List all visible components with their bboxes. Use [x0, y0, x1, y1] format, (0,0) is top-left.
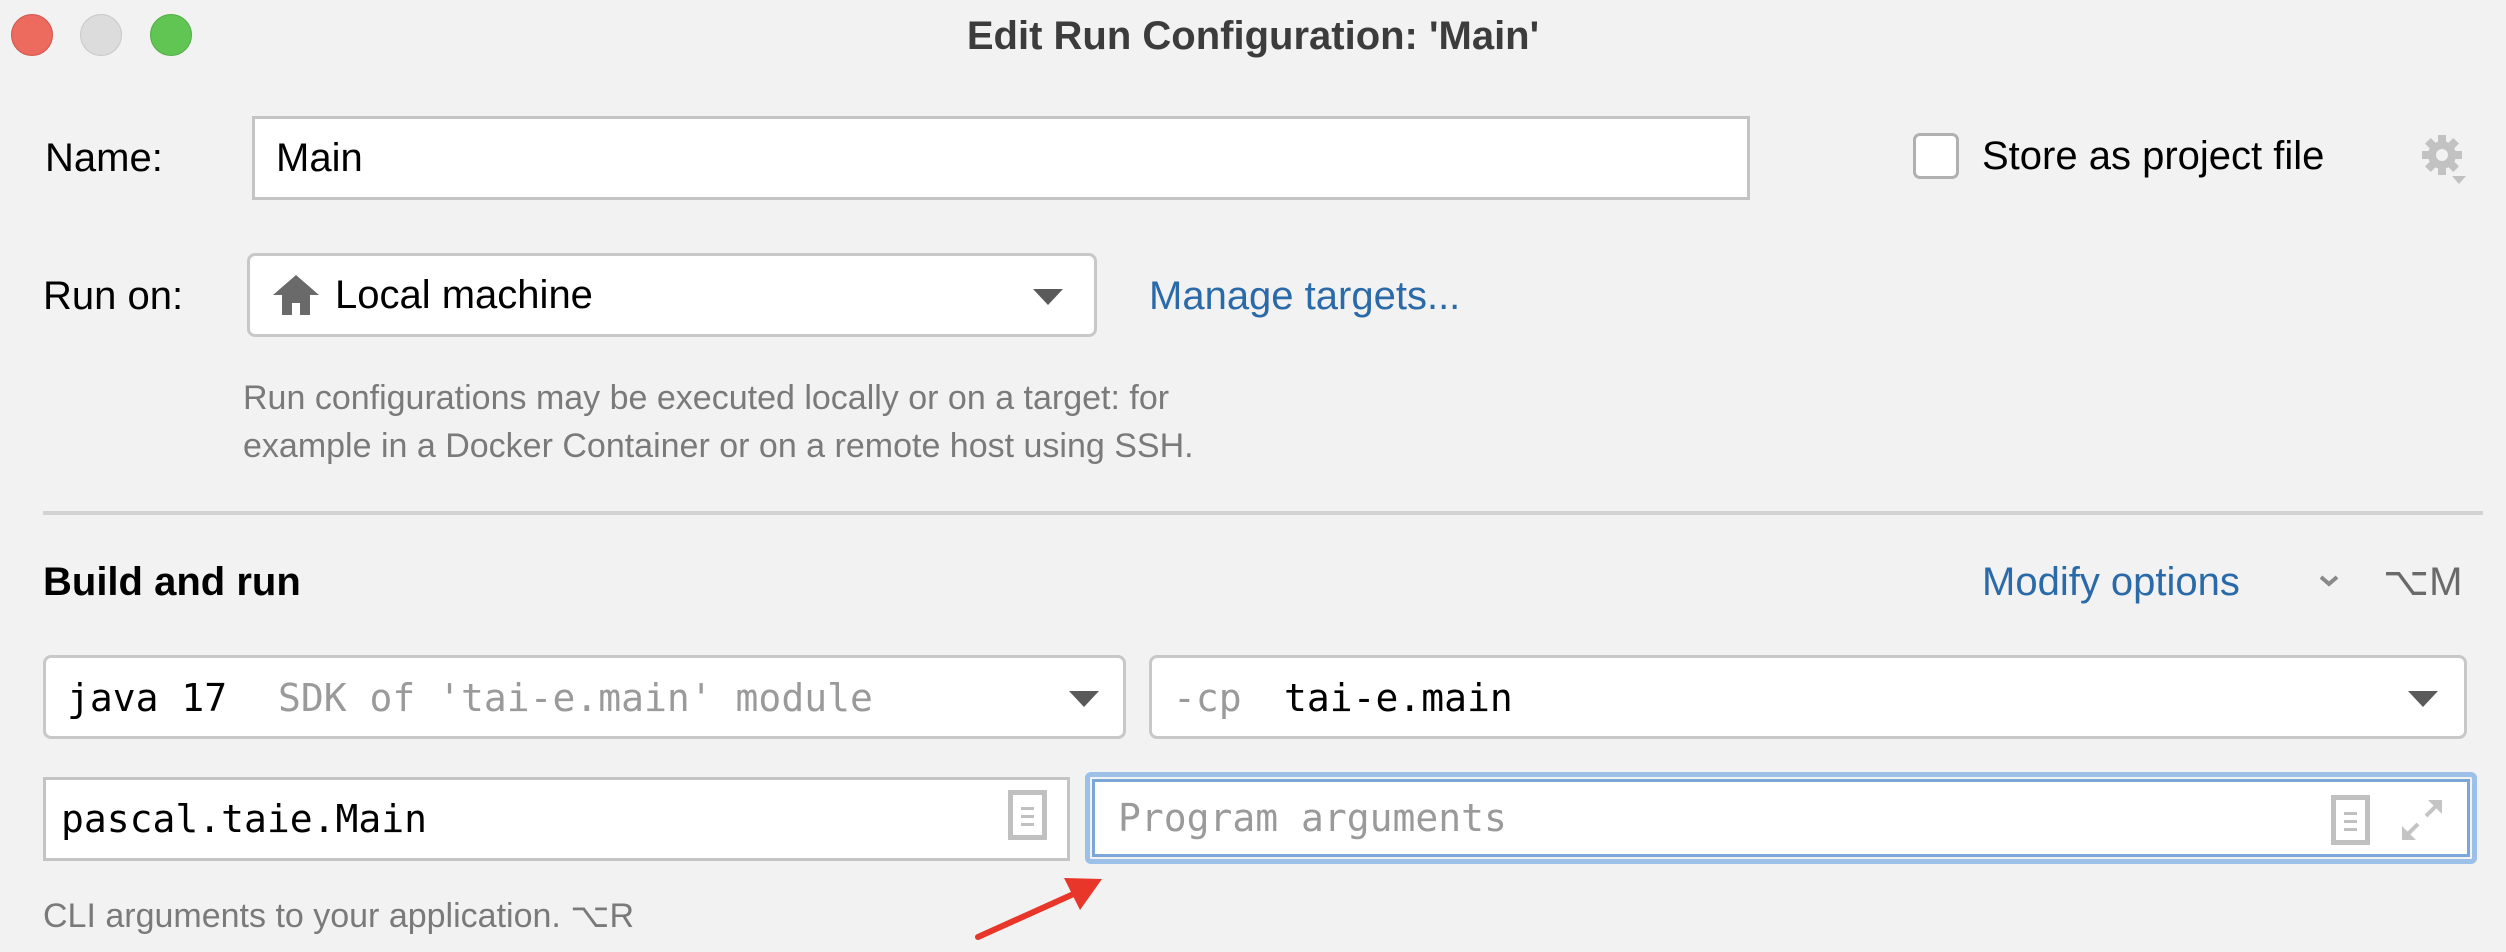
classpath-module: tai-e.main [1284, 676, 1513, 720]
browse-class-icon[interactable] [1008, 790, 1047, 840]
insert-macros-icon[interactable] [2331, 795, 2370, 845]
store-as-project-file-checkbox[interactable] [1913, 133, 1959, 179]
chevron-down-icon [2408, 691, 2438, 707]
expand-icon[interactable] [2400, 798, 2444, 842]
chevron-down-icon [1033, 289, 1063, 305]
annotation-arrow [975, 878, 1102, 940]
jdk-version: java 17 [67, 676, 228, 720]
name-input[interactable]: Main [252, 116, 1750, 200]
jdk-description: SDK of 'tai-e.main' module [278, 676, 873, 720]
main-class-value: pascal.taie.Main [61, 797, 428, 841]
home-icon [271, 274, 321, 316]
run-on-label: Run on: [43, 274, 184, 318]
run-on-selected: Local machine [335, 273, 593, 317]
chevron-down-icon [1069, 691, 1099, 707]
jdk-dropdown[interactable]: java 17 SDK of 'tai-e.main' module [43, 655, 1126, 739]
modify-options-shortcut: ⌥M [2383, 560, 2463, 604]
cli-arguments-hint: CLI arguments to your application. ⌥R [43, 897, 635, 935]
name-input-value: Main [276, 136, 363, 180]
program-arguments-input[interactable]: Program arguments [1092, 779, 2470, 857]
manage-targets-link[interactable]: Manage targets... [1149, 272, 1460, 320]
run-on-help-line-2: example in a Docker Container or on a re… [243, 427, 1194, 465]
section-divider [43, 511, 2483, 515]
main-class-input[interactable]: pascal.taie.Main [43, 777, 1070, 861]
chevron-down-icon[interactable] [2318, 574, 2340, 588]
name-label: Name: [45, 136, 163, 180]
run-on-help-line-1: Run configurations may be executed local… [243, 379, 1170, 417]
annotation-arrow-shaft [975, 889, 1081, 940]
gear-icon[interactable] [2420, 132, 2468, 188]
build-and-run-heading: Build and run [43, 560, 301, 604]
classpath-dropdown[interactable]: -cp tai-e.main [1149, 655, 2467, 739]
run-on-dropdown[interactable]: Local machine [247, 253, 1097, 337]
window-title: Edit Run Configuration: 'Main' [966, 14, 1540, 58]
store-as-project-file-label[interactable]: Store as project file [1982, 132, 2324, 180]
classpath-prefix: -cp [1173, 676, 1242, 720]
modify-options-button[interactable]: Modify options [1982, 558, 2240, 606]
program-arguments-placeholder: Program arguments [1118, 796, 1507, 840]
